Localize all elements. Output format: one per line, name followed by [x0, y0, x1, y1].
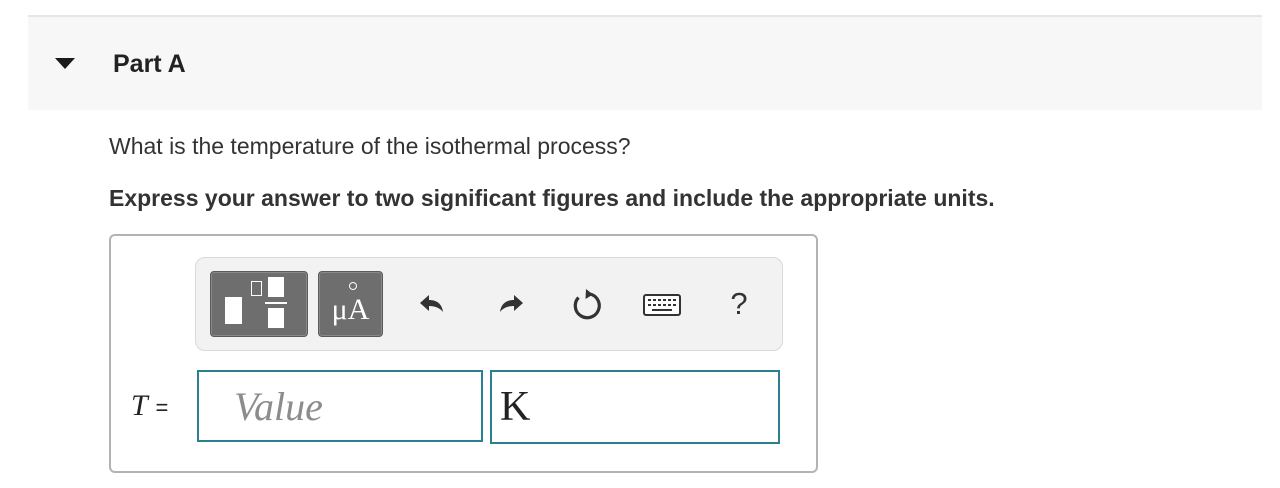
undo-button[interactable]	[413, 284, 453, 324]
templates-button[interactable]	[210, 271, 308, 337]
unit-input[interactable]	[490, 370, 780, 444]
answer-instruction: Express your answer to two significant f…	[109, 185, 995, 211]
undo-icon	[420, 295, 443, 312]
keyboard-icon	[643, 294, 681, 316]
value-input[interactable]	[197, 370, 483, 442]
angstrom-ring	[349, 282, 357, 290]
reset-icon	[573, 289, 601, 320]
variable-label: T =	[131, 389, 168, 425]
redo-icon	[500, 295, 523, 312]
part-header[interactable]	[28, 17, 1262, 110]
question-prompt: What is the temperature of the isotherma…	[109, 133, 631, 159]
keyboard-button[interactable]	[642, 284, 682, 324]
redo-button[interactable]	[490, 284, 530, 324]
reset-button[interactable]	[566, 284, 606, 324]
equals-sign: =	[155, 395, 169, 420]
units-button[interactable]: μA	[318, 271, 383, 337]
variable-symbol: T	[131, 389, 148, 422]
caret-down-icon[interactable]	[55, 58, 75, 69]
help-button[interactable]: ?	[724, 284, 754, 324]
part-title[interactable]: Part A	[113, 49, 186, 79]
